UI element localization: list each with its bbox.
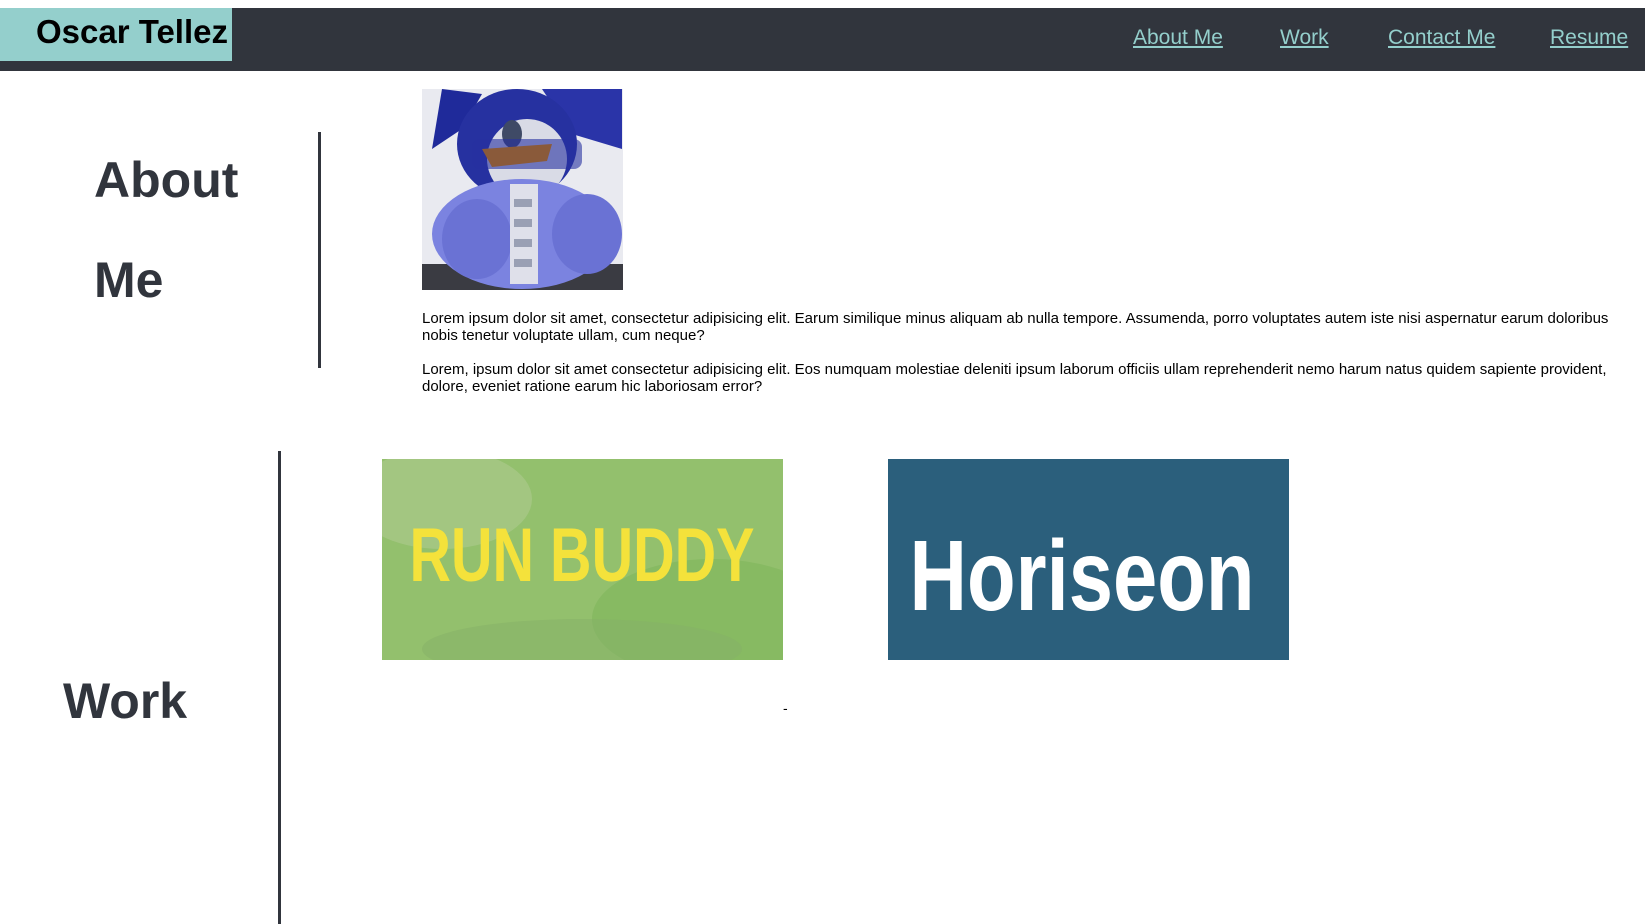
- stray-dash-mark: -: [783, 700, 788, 716]
- run-buddy-logo-text: RUN BUDDY: [410, 513, 755, 598]
- project-run-buddy[interactable]: RUN BUDDY: [382, 459, 783, 660]
- work-title: Work: [63, 673, 188, 729]
- nav-resume[interactable]: Resume: [1550, 26, 1628, 56]
- about-title-line2: Me: [94, 252, 164, 308]
- project-horiseon[interactable]: Horiseon: [888, 459, 1289, 660]
- work-divider: [278, 451, 281, 924]
- site-header: Oscar Tellez About Me Work Contact Me Re…: [0, 8, 1645, 71]
- nav-about-me[interactable]: About Me: [1133, 26, 1223, 56]
- about-divider: [318, 132, 321, 368]
- about-title-line1: About: [94, 152, 239, 208]
- site-brand[interactable]: Oscar Tellez: [0, 8, 232, 61]
- profile-avatar: [422, 89, 623, 290]
- about-paragraph-2: Lorem, ipsum dolor sit amet consectetur …: [422, 361, 1607, 395]
- horiseon-logo-text: Horiseon: [910, 520, 1255, 632]
- nav-contact-me[interactable]: Contact Me: [1388, 26, 1495, 56]
- about-paragraph-1: Lorem ipsum dolor sit amet, consectetur …: [422, 310, 1609, 344]
- nav-work[interactable]: Work: [1280, 26, 1329, 56]
